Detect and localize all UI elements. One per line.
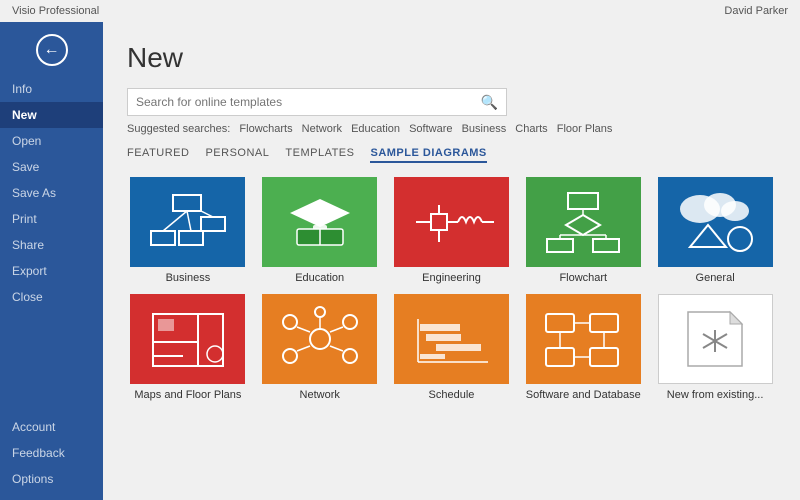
template-tile-engineering [394, 177, 509, 267]
sidebar: ← Info New Open Save Save As Print Share… [0, 22, 103, 500]
template-label-general: General [696, 272, 735, 284]
content-area: New 🔍 Suggested searches: Flowcharts Net… [103, 22, 800, 500]
template-tile-new-existing [658, 294, 773, 384]
template-label-maps: Maps and Floor Plans [134, 389, 241, 401]
search-input[interactable] [136, 95, 481, 109]
template-new-existing[interactable]: New from existing... [654, 294, 776, 401]
template-network[interactable]: Network [259, 294, 381, 401]
sidebar-item-export[interactable]: Export [0, 258, 103, 284]
template-education[interactable]: Education [259, 177, 381, 284]
top-bar: Visio Professional David Parker [0, 0, 800, 22]
tab-featured[interactable]: FEATURED [127, 147, 189, 163]
page-title: New [127, 42, 776, 74]
back-button[interactable]: ← [36, 34, 68, 66]
sidebar-item-account[interactable]: Account [0, 414, 103, 440]
template-label-software: Software and Database [526, 389, 641, 401]
template-schedule[interactable]: Schedule [391, 294, 513, 401]
template-tile-general [658, 177, 773, 267]
sidebar-item-new[interactable]: New [0, 102, 103, 128]
template-label-schedule: Schedule [429, 389, 475, 401]
template-business[interactable]: Business [127, 177, 249, 284]
template-engineering[interactable]: Engineering [391, 177, 513, 284]
tab-sample-diagrams[interactable]: SAMPLE DIAGRAMS [370, 147, 486, 163]
sidebar-item-close[interactable]: Close [0, 284, 103, 310]
sidebar-item-share[interactable]: Share [0, 232, 103, 258]
template-label-education: Education [295, 272, 344, 284]
template-label-engineering: Engineering [422, 272, 481, 284]
sidebar-item-save-as[interactable]: Save As [0, 180, 103, 206]
template-software[interactable]: Software and Database [522, 294, 644, 401]
tab-personal[interactable]: PERSONAL [205, 147, 269, 163]
sidebar-item-open[interactable]: Open [0, 128, 103, 154]
template-tile-flowchart [526, 177, 641, 267]
template-grid: Business Education [127, 177, 776, 401]
sidebar-item-info[interactable]: Info [0, 76, 103, 102]
sidebar-item-print[interactable]: Print [0, 206, 103, 232]
sidebar-item-feedback[interactable]: Feedback [0, 440, 103, 466]
app-name: Visio Professional [12, 5, 99, 17]
sidebar-item-save[interactable]: Save [0, 154, 103, 180]
search-icon: 🔍 [481, 94, 498, 111]
template-label-business: Business [166, 272, 211, 284]
template-tile-business [130, 177, 245, 267]
template-tile-education [262, 177, 377, 267]
template-general[interactable]: General [654, 177, 776, 284]
template-label-flowchart: Flowchart [559, 272, 607, 284]
template-label-new-existing: New from existing... [667, 389, 764, 401]
main-layout: ← Info New Open Save Save As Print Share… [0, 22, 800, 500]
template-maps[interactable]: Maps and Floor Plans [127, 294, 249, 401]
template-tile-network [262, 294, 377, 384]
tabs: FEATURED PERSONAL TEMPLATES SAMPLE DIAGR… [127, 147, 776, 163]
template-label-network: Network [300, 389, 340, 401]
template-tile-software [526, 294, 641, 384]
suggested-searches: Suggested searches: Flowcharts Network E… [127, 123, 776, 135]
user-name: David Parker [724, 5, 788, 17]
sidebar-item-options[interactable]: Options [0, 466, 103, 492]
tab-templates[interactable]: TEMPLATES [285, 147, 354, 163]
template-tile-schedule [394, 294, 509, 384]
template-flowchart[interactable]: Flowchart [522, 177, 644, 284]
search-bar[interactable]: 🔍 [127, 88, 507, 116]
template-tile-maps [130, 294, 245, 384]
